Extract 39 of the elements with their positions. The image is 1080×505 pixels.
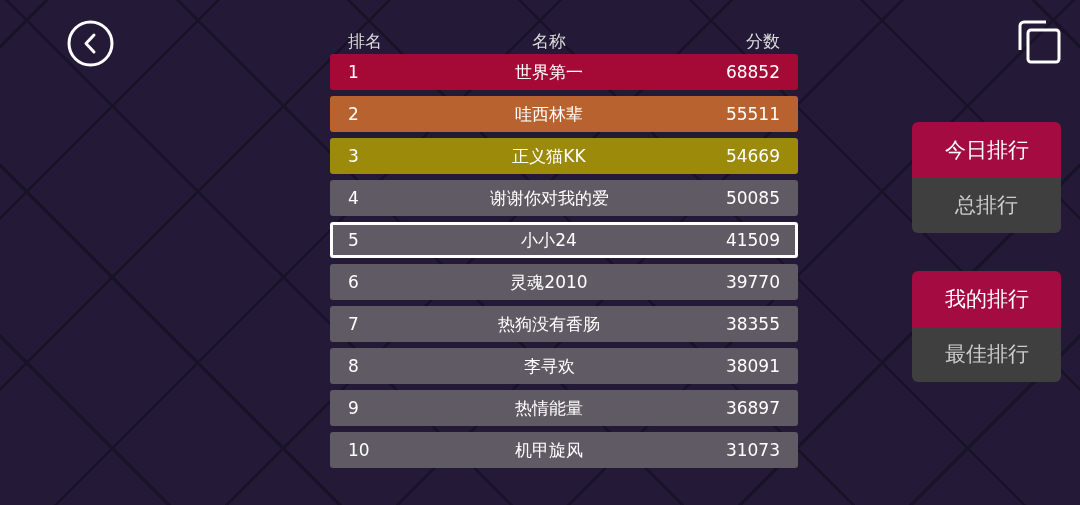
back-icon[interactable] bbox=[67, 20, 114, 67]
name-cell-text: 机甲旋风 bbox=[514, 438, 584, 462]
rank-cell-text: 6 bbox=[348, 272, 360, 292]
copy-icon[interactable] bbox=[1017, 20, 1061, 64]
name-cell-text: 世界第一 bbox=[514, 60, 584, 84]
score-cell-text: 41509 bbox=[724, 230, 780, 250]
rank-cell-text: 2 bbox=[348, 104, 360, 124]
column-header: 分数 bbox=[745, 29, 780, 53]
score-cell-text: 50085 bbox=[724, 188, 780, 208]
score-cell-text: 38355 bbox=[724, 314, 780, 334]
rank-cell-text: 1 bbox=[348, 62, 360, 82]
score-cell-text: 31073 bbox=[724, 440, 780, 460]
name-cell-text: 哇西林辈 bbox=[514, 102, 584, 126]
rank-cell-text: 5 bbox=[348, 230, 360, 250]
score-cell-text: 54669 bbox=[724, 146, 780, 166]
score-cell-text: 36897 bbox=[724, 398, 780, 418]
rank-cell-text: 3 bbox=[348, 146, 360, 166]
name-cell-text: 谢谢你对我的爱 bbox=[488, 186, 610, 210]
ranking-tab[interactable]: 我的排行 bbox=[912, 271, 1061, 327]
score-cell-text: 38091 bbox=[724, 356, 780, 376]
name-cell-text: 正义猫KK bbox=[511, 144, 587, 168]
ranking-tab[interactable]: 今日排行 bbox=[912, 122, 1061, 178]
column-header: 名称 bbox=[531, 29, 567, 53]
name-cell-text: 热狗没有香肠 bbox=[497, 312, 601, 336]
rank-cell-text: 8 bbox=[348, 356, 360, 376]
rank-cell-text: 7 bbox=[348, 314, 360, 334]
name-cell-text: 小小24 bbox=[520, 228, 578, 252]
ranking-tab[interactable]: 最佳排行 bbox=[912, 326, 1061, 382]
score-cell-text: 68852 bbox=[724, 62, 780, 82]
name-cell-text: 李寻欢 bbox=[522, 354, 576, 378]
rank-cell-text: 9 bbox=[348, 398, 360, 418]
column-header: 排名 bbox=[348, 29, 383, 53]
ranking-tab[interactable]: 总排行 bbox=[912, 177, 1061, 233]
rank-cell-text: 10 bbox=[348, 440, 371, 460]
score-cell-text: 39770 bbox=[724, 272, 780, 292]
name-cell-text: 热情能量 bbox=[514, 396, 584, 420]
score-cell-text: 55511 bbox=[724, 104, 780, 124]
name-cell-text: 灵魂2010 bbox=[509, 270, 589, 294]
rank-cell-text: 4 bbox=[348, 188, 360, 208]
